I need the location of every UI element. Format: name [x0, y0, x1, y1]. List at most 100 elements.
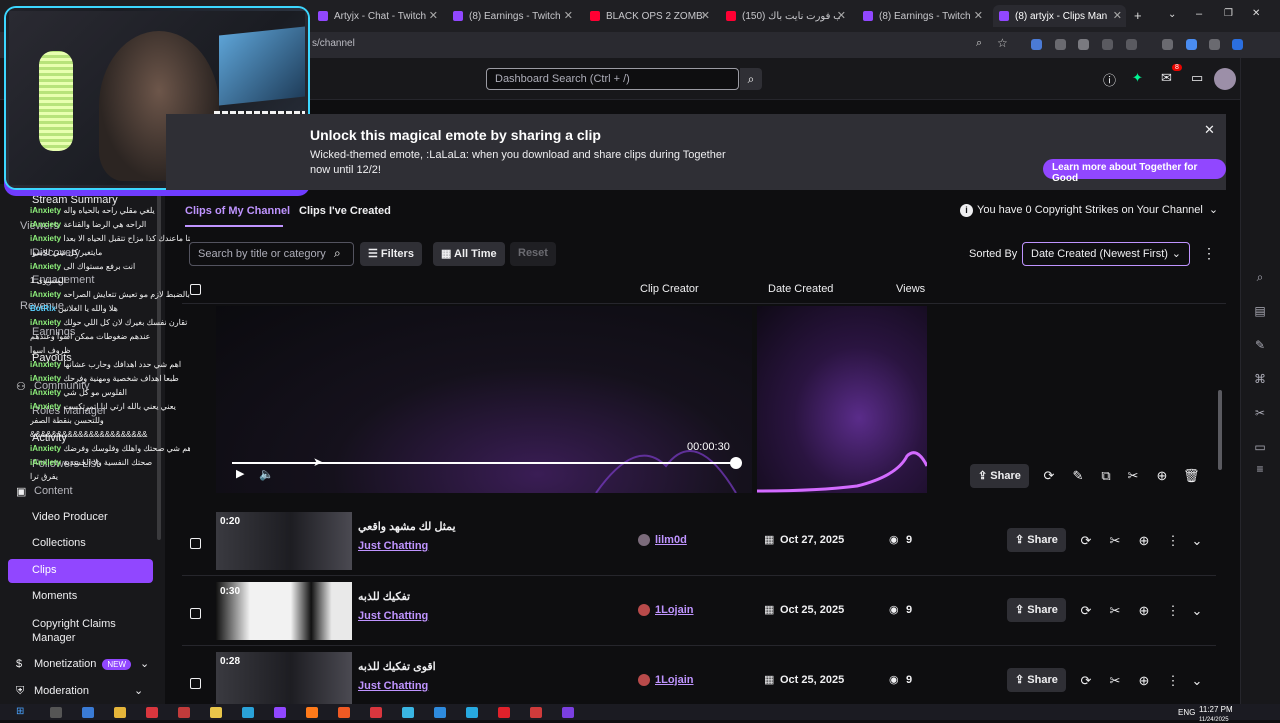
- share-button[interactable]: ⇪ Share: [970, 464, 1029, 488]
- tab-close-icon[interactable]: ✕: [429, 9, 438, 22]
- filters-button[interactable]: ☰ Filters: [360, 242, 422, 266]
- settings-sliders-icon[interactable]: ≡: [1253, 462, 1267, 476]
- share-button[interactable]: ⇪ Share: [1007, 528, 1066, 552]
- tab-search-icon[interactable]: ⌄: [1168, 9, 1176, 20]
- sidebar-item-monetization[interactable]: Monetization NEW: [34, 658, 132, 670]
- taskbar-app-icon[interactable]: [530, 707, 542, 718]
- inbox-icon[interactable]: ✉: [1161, 70, 1172, 86]
- opera-icon[interactable]: [498, 707, 510, 718]
- clip-category[interactable]: Just Chatting: [358, 610, 428, 622]
- add-icon[interactable]: ⊕: [1136, 533, 1152, 549]
- edge-icon[interactable]: [242, 707, 254, 718]
- chevron-down-icon[interactable]: ⌄: [1189, 533, 1205, 549]
- tab-clips-ive-created[interactable]: Clips I've Created: [299, 205, 391, 217]
- extension-icon[interactable]: [1162, 39, 1173, 50]
- browser-tab[interactable]: Artyjx - Chat - Twitch ✕: [312, 5, 442, 27]
- taskbar-app-icon[interactable]: [466, 707, 478, 718]
- add-icon[interactable]: ⊕: [1136, 603, 1152, 619]
- sort-select[interactable]: Date Created (Newest First) ⌄: [1022, 242, 1190, 266]
- search-icon[interactable]: ⌕: [1253, 270, 1267, 284]
- sidebar-item-video-producer[interactable]: Video Producer: [32, 511, 108, 523]
- chat-username[interactable]: iAnxiety: [30, 262, 61, 271]
- clip-category[interactable]: Just Chatting: [358, 680, 428, 692]
- sidebar-item-moderation[interactable]: Moderation: [34, 685, 89, 697]
- close-window-button[interactable]: ✕: [1252, 8, 1260, 19]
- search-icon[interactable]: [50, 707, 62, 718]
- tab-close-icon[interactable]: ✕: [837, 9, 846, 22]
- clip-title[interactable]: يمثل لك مشهد واقعي: [358, 520, 456, 533]
- extensions-puzzle-icon[interactable]: [1126, 39, 1137, 50]
- taskbar-clock[interactable]: 11:27 PM 11/24/2025: [1199, 705, 1233, 723]
- layout-icon[interactable]: ▤: [1253, 304, 1267, 318]
- time-range-button[interactable]: ▦ All Time: [433, 242, 505, 266]
- clip-creator[interactable]: lilm0d: [655, 534, 687, 546]
- row-checkbox[interactable]: [190, 678, 201, 689]
- taskbar-app-icon[interactable]: [146, 707, 158, 718]
- table-row[interactable]: 0:30 تفكيك للذبه Just Chatting 1Lojain ▦…: [182, 576, 1216, 646]
- tab-close-icon[interactable]: ✕: [701, 9, 710, 22]
- scissors-icon[interactable]: ✂: [1125, 468, 1141, 484]
- table-row[interactable]: 0:28 اقوى تفكيك للذبه Just Chatting 1Loj…: [182, 646, 1216, 704]
- sidebar-item-moments[interactable]: Moments: [32, 590, 77, 602]
- trash-icon[interactable]: 🗑: [1183, 468, 1200, 484]
- play-icon[interactable]: ▶: [236, 467, 244, 480]
- sidebar-item-collections[interactable]: Collections: [32, 537, 86, 549]
- chevron-down-icon[interactable]: ⌄: [1189, 603, 1205, 619]
- zoom-icon[interactable]: ⌕: [976, 37, 982, 50]
- browser-tab[interactable]: (8) Earnings - Twitch ✕: [447, 5, 577, 27]
- edit-pencil-icon[interactable]: ✎: [1070, 468, 1086, 484]
- scissors-icon[interactable]: ✂: [1107, 533, 1123, 549]
- chat-username[interactable]: iAnxiety: [30, 374, 61, 383]
- sidebar-item-clips[interactable]: Clips: [8, 559, 153, 583]
- extension-icon[interactable]: [1102, 39, 1113, 50]
- folder-icon[interactable]: [114, 707, 126, 718]
- add-icon[interactable]: ⊕: [1136, 673, 1152, 689]
- taskbar-app-icon[interactable]: [82, 707, 94, 718]
- chat-username[interactable]: iAnxiety: [30, 234, 61, 243]
- sidebar-item-stream-summary[interactable]: Stream Summary: [32, 194, 118, 206]
- clip-title[interactable]: تفكيك للذبه: [358, 590, 410, 603]
- close-icon[interactable]: ✕: [1204, 122, 1215, 138]
- chat-username[interactable]: iAnxiety: [30, 206, 61, 215]
- browser-tab-active[interactable]: (8) artyjx - Clips Manager ✕: [993, 5, 1126, 27]
- bookmark-star-icon[interactable]: ☆: [997, 36, 1008, 50]
- scissors-icon[interactable]: ✂: [1107, 603, 1123, 619]
- chat-username[interactable]: iAnxiety: [30, 318, 61, 327]
- chevron-down-icon[interactable]: ⌄: [134, 684, 143, 697]
- sync-icon[interactable]: ⟳: [1041, 468, 1057, 484]
- chrome-icon[interactable]: [210, 707, 222, 718]
- sync-icon[interactable]: ⟳: [1078, 603, 1094, 619]
- firefox-icon[interactable]: [306, 707, 318, 718]
- tab-close-icon[interactable]: ✕: [564, 9, 573, 22]
- chat-username[interactable]: BotRix: [30, 304, 56, 313]
- player-progress-handle[interactable]: [730, 457, 742, 469]
- search-button[interactable]: ⌕: [740, 68, 762, 90]
- edit-icon[interactable]: ✎: [1253, 338, 1267, 352]
- clip-title[interactable]: اقوى تفكيك للذبه: [358, 660, 436, 673]
- select-all-checkbox[interactable]: [190, 284, 201, 295]
- main-scrollbar[interactable]: [1218, 390, 1222, 470]
- taskbar-app-icon[interactable]: [434, 707, 446, 718]
- new-tab-button[interactable]: +: [1134, 8, 1142, 23]
- chevron-down-icon[interactable]: ⌄: [140, 657, 149, 670]
- tools-icon[interactable]: ✂: [1253, 406, 1267, 420]
- player-progress-bar[interactable]: [232, 462, 736, 464]
- sidebar-item-copyright-claims-manager[interactable]: Copyright Claims Manager: [32, 617, 132, 645]
- extension-icon[interactable]: [1232, 39, 1243, 50]
- chat-username[interactable]: iAnxiety: [30, 388, 61, 397]
- table-row[interactable]: 0:20 يمثل لك مشهد واقعي Just Chatting li…: [182, 506, 1216, 576]
- chat-username[interactable]: iAnxiety: [30, 402, 61, 411]
- vivaldi-icon[interactable]: [370, 707, 382, 718]
- stream-icon[interactable]: ▭: [1253, 440, 1267, 454]
- copyright-strikes-dropdown[interactable]: i You have 0 Copyright Strikes on Your Ch…: [960, 203, 1218, 217]
- learn-more-button[interactable]: Learn more about Together for Good: [1043, 159, 1226, 184]
- extension-icon[interactable]: [1055, 39, 1066, 50]
- help-icon[interactable]: ⓘ: [1103, 70, 1116, 89]
- brave-icon[interactable]: [338, 707, 350, 718]
- taskbar-app-icon[interactable]: [562, 707, 574, 718]
- volume-icon[interactable]: 🔈: [259, 467, 274, 481]
- language-indicator[interactable]: ENG: [1178, 708, 1195, 717]
- scissors-icon[interactable]: ✂: [1107, 673, 1123, 689]
- more-options-icon[interactable]: ⋮: [1165, 673, 1181, 689]
- tab-close-icon[interactable]: ✕: [1113, 9, 1122, 22]
